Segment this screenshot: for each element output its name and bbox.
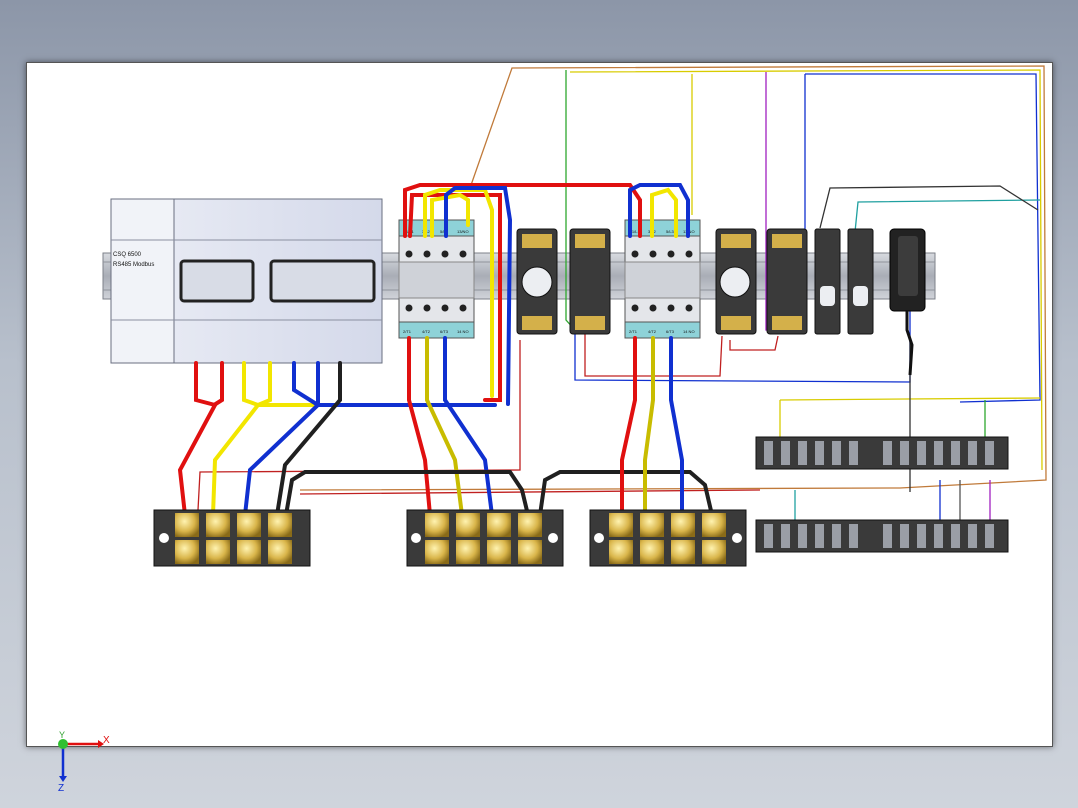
fuse-holder-1[interactable]: [814, 228, 841, 335]
wire-black: [275, 361, 342, 517]
contactor-bottom-label: 6/T3: [666, 329, 675, 334]
relay-socket-1[interactable]: [516, 228, 558, 335]
axis-y-label: Y: [59, 730, 65, 740]
signal-terminal-strip-lower[interactable]: [755, 519, 1009, 553]
wire-red: [177, 361, 218, 517]
fuse-holder-2[interactable]: [847, 228, 874, 335]
terminal-block-left[interactable]: [153, 509, 311, 567]
wire-black: [538, 470, 714, 517]
contactor-bottom-label: 4/T2: [422, 329, 431, 334]
axis-z-label: Z: [58, 783, 64, 794]
contactor-bottom-label: 4/T2: [648, 329, 657, 334]
energy-meter[interactable]: CSQ 6500 RS485 Modbus: [110, 198, 383, 364]
contactor-top-label: 13/NO: [457, 229, 469, 234]
contactor-bottom-label: 2/T1: [629, 329, 638, 334]
relay-socket-2[interactable]: [715, 228, 757, 335]
axis-x-label: X: [103, 735, 110, 746]
contactor-bottom-label: 6/T3: [440, 329, 449, 334]
wire-blue: [316, 361, 497, 407]
wire-yellow: [211, 361, 262, 517]
signal-terminal-strip-upper[interactable]: [755, 436, 1009, 470]
wiring-scene: CSQ 6500 RS485 Modbus R1/L1 3/L2 5/L3 13…: [58, 65, 1047, 794]
contactor-bottom-label: 14 NO: [457, 329, 469, 334]
contactor-top-label: 5/L3: [666, 229, 675, 234]
terminal-block-middle[interactable]: [406, 509, 564, 567]
meter-display-left: [179, 259, 255, 303]
wire-red: [212, 361, 224, 407]
sensor-module[interactable]: [889, 228, 926, 376]
axis-triad: X Y Z: [58, 730, 110, 794]
relay-base-1[interactable]: [569, 228, 611, 335]
terminal-block-right[interactable]: [589, 509, 747, 567]
relay-base-2[interactable]: [766, 228, 808, 335]
meter-model-label: CSQ 6500: [113, 252, 142, 258]
contactor-bottom-label: 14 NO: [683, 329, 695, 334]
contactor-bottom-label: 2/T1: [403, 329, 412, 334]
meter-display-right: [269, 259, 376, 303]
meter-protocol-label: RS485 Modbus: [113, 262, 154, 268]
wire-blue: [443, 336, 494, 517]
